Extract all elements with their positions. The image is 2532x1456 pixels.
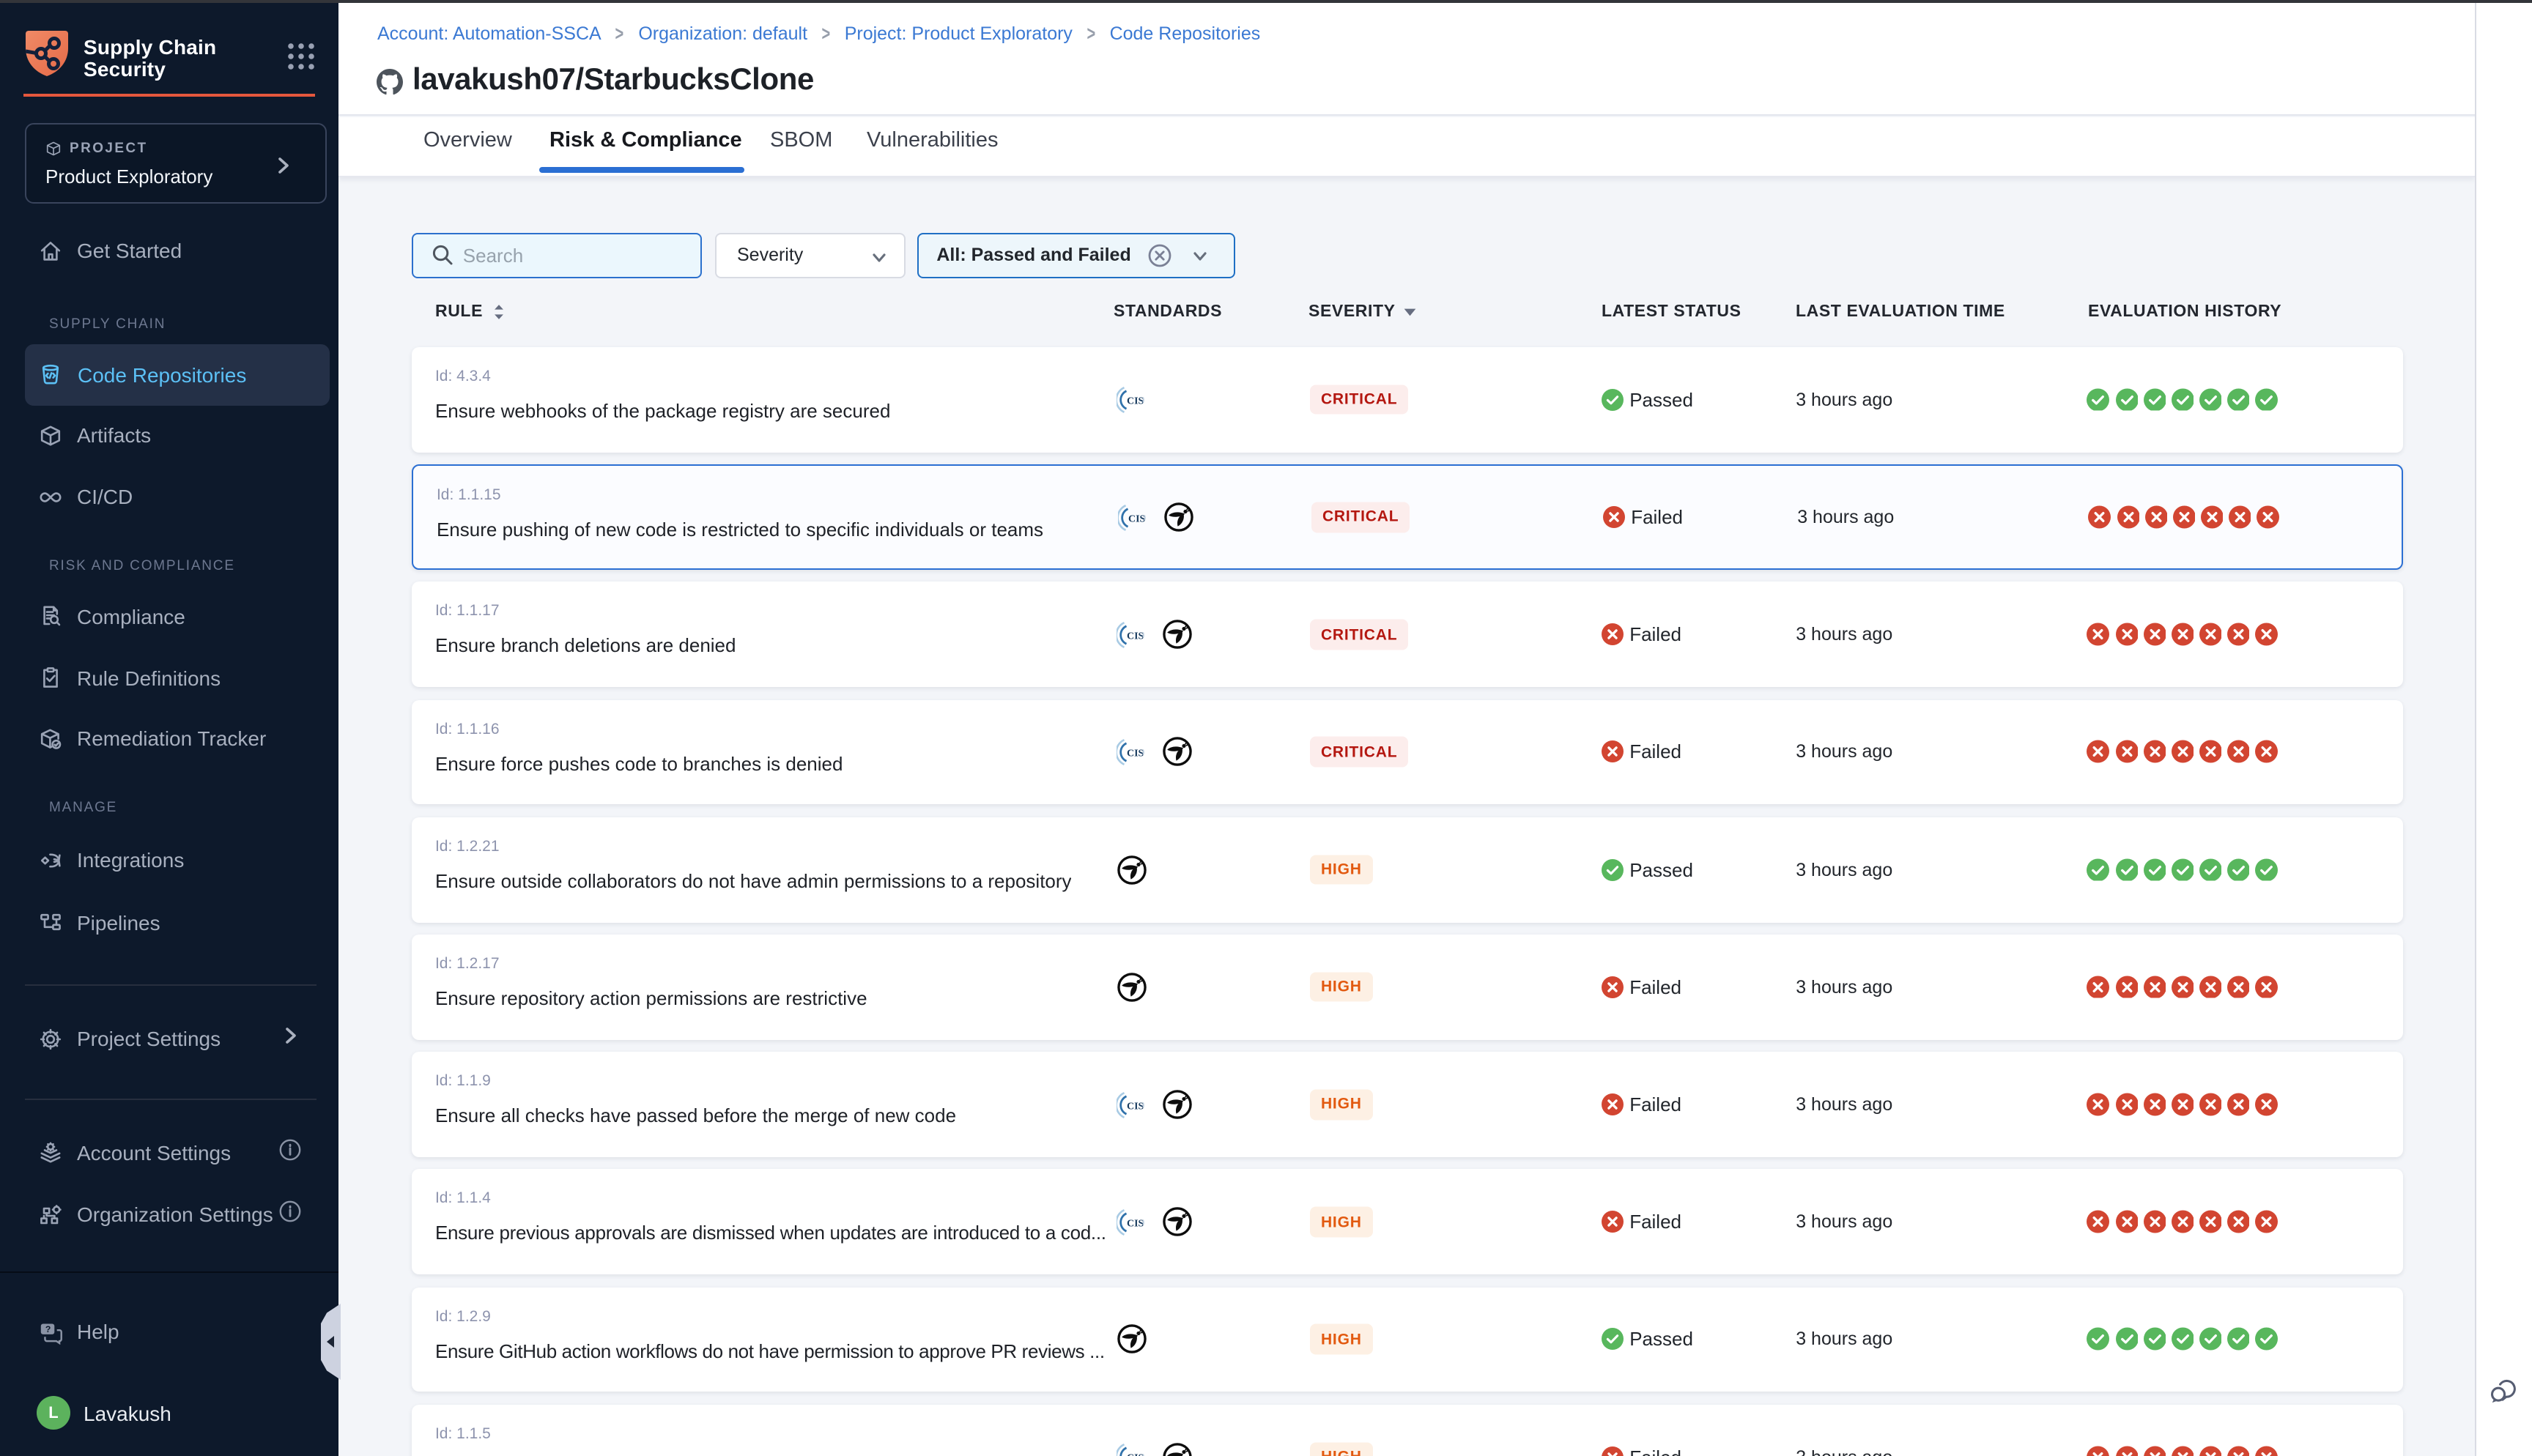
svg-text:CIS: CIS — [1127, 748, 1144, 759]
svg-text:CIS: CIS — [1128, 513, 1146, 524]
svg-text:CIS: CIS — [1127, 631, 1144, 642]
svg-text:CIS: CIS — [1127, 1101, 1144, 1112]
svg-text:CIS: CIS — [1127, 1218, 1144, 1229]
svg-text:CIS: CIS — [1127, 1453, 1144, 1456]
svg-text:?: ? — [45, 1323, 51, 1334]
svg-text:CIS: CIS — [1127, 395, 1144, 406]
